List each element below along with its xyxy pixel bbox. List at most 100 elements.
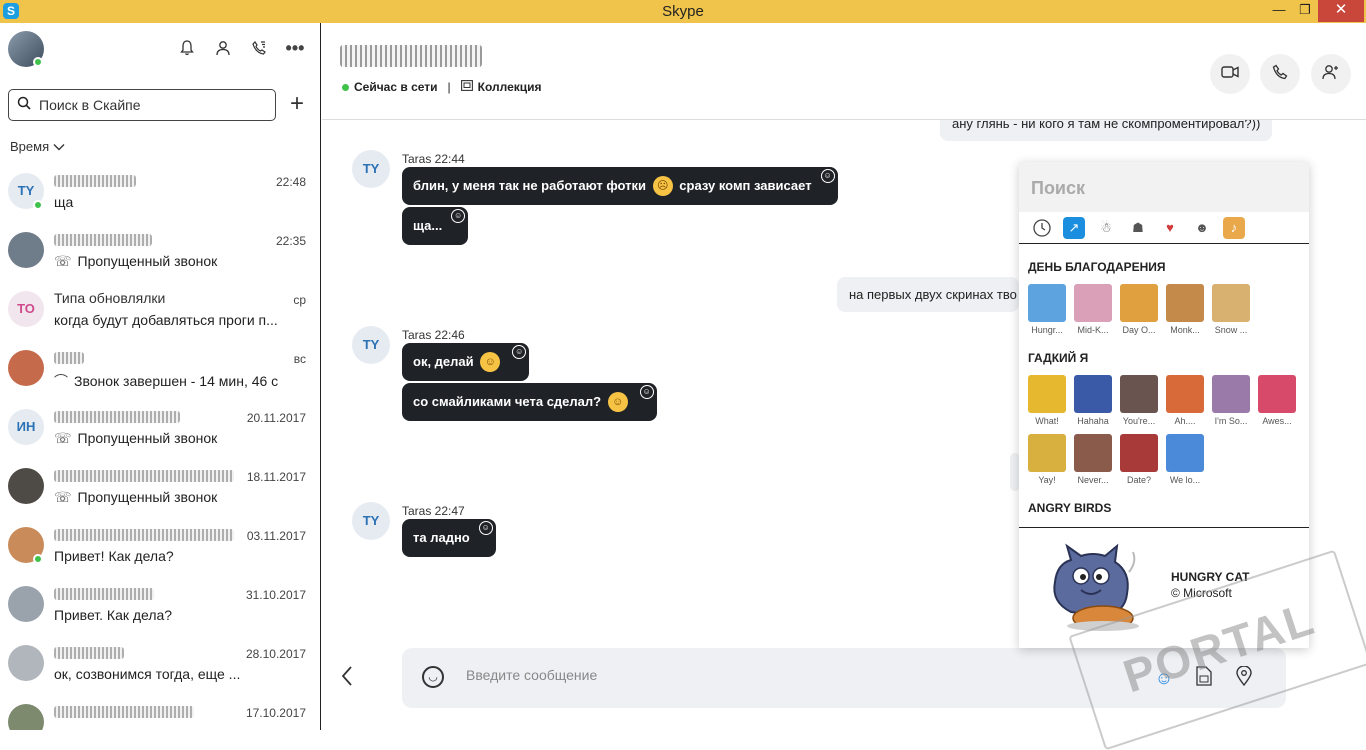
smiley-face-icon: ☺ <box>607 391 628 412</box>
call-list-icon[interactable] <box>248 37 270 59</box>
sticker-item[interactable]: Ah.... <box>1166 375 1204 426</box>
contact-avatar: TO <box>8 291 44 327</box>
contact-name-redacted <box>54 234 152 246</box>
maximize-button[interactable]: ❐ <box>1292 0 1318 22</box>
outgoing-message[interactable]: на первых двух скринах тво <box>837 277 1019 312</box>
pack-robot-icon[interactable]: ☃ <box>1095 217 1117 239</box>
emoji-picker-icon[interactable]: ◡ <box>422 666 444 688</box>
window-title: Skype <box>662 3 704 20</box>
contact-item[interactable]: вс ⌒ Звонок завершен - 14 мин, 46 с <box>0 340 320 399</box>
sidebar: ••• + Время TY 22:48 ща 22:35 ☏ Пропущенн… <box>0 23 321 730</box>
separator: | <box>447 80 451 94</box>
message-text: Пропущенный звонок <box>77 253 218 269</box>
incoming-message[interactable]: та ладно ☺ <box>402 519 496 557</box>
add-participant-button[interactable] <box>1311 54 1351 94</box>
outgoing-message[interactable]: ану глянь - ни кого я там не скомпромент… <box>940 120 1273 141</box>
collection-icon <box>460 80 473 94</box>
sticker-item[interactable]: Hungr... <box>1028 284 1066 335</box>
contact-item[interactable]: 28.10.2017 ок, созвонимся тогда, еще ... <box>0 635 320 694</box>
close-button[interactable]: ✕ <box>1318 0 1364 22</box>
incoming-message[interactable]: ок, делай ☺ ☺ <box>402 343 530 381</box>
missed-call-icon: ☏ <box>54 489 72 505</box>
contact-name-redacted <box>54 175 136 187</box>
contact-time: 20.11.2017 <box>246 411 306 425</box>
call-ended-icon: ⌒ <box>54 373 68 389</box>
sticker-category-tabs: ↗ ☃ ☗ ♥ ☻ ♪ <box>1019 212 1309 244</box>
sender-avatar[interactable]: TY <box>352 502 390 540</box>
contact-item[interactable]: TY 22:48 ща <box>0 163 320 222</box>
pack-music-icon[interactable]: ♪ <box>1223 216 1245 239</box>
pack-ghost-icon[interactable]: ☗ <box>1127 217 1149 239</box>
message-text: Пропущенный звонок <box>77 430 218 446</box>
contact-item[interactable]: 17.10.2017 <box>0 694 320 730</box>
message-text: блин, у меня так не работают фотки <box>413 178 647 193</box>
sticker-item[interactable]: Awes... <box>1258 375 1296 426</box>
sticker-item[interactable]: Monk... <box>1166 284 1204 335</box>
sticker-item[interactable]: Day O... <box>1120 284 1158 335</box>
reaction-smiley-icon[interactable]: ☺ <box>512 345 527 359</box>
collapse-panel-button[interactable] <box>340 665 360 689</box>
online-status-dot <box>342 83 349 91</box>
sender-avatar[interactable]: TY <box>352 326 390 364</box>
sticker-label: We lo... <box>1169 475 1201 485</box>
sort-dropdown[interactable]: Время <box>10 139 65 154</box>
contact-item[interactable]: ИН 20.11.2017 ☏ Пропущенный звонок <box>0 399 320 458</box>
incoming-message[interactable]: ща... ☺ <box>402 207 469 245</box>
sticker-thumbnail <box>1258 375 1296 413</box>
sticker-item[interactable]: What! <box>1028 375 1066 426</box>
sticker-thumbnail <box>1212 375 1250 413</box>
contact-name-redacted <box>54 529 234 541</box>
missed-call-icon: ☏ <box>54 253 72 269</box>
sticker-section: ДЕНЬ БЛАГОДАРЕНИЯ Hungr... Mid-K... Day … <box>1019 260 1309 515</box>
contact-item[interactable]: 31.10.2017 Привет. Как дела? <box>0 576 320 635</box>
sticker-item[interactable]: Snow ... <box>1212 284 1250 335</box>
contact-item[interactable]: 18.11.2017 ☏ Пропущенный звонок <box>0 458 320 517</box>
pack-angry-bird-icon[interactable]: ♥ <box>1159 217 1181 239</box>
sticker-label: You're... <box>1122 416 1156 426</box>
bell-icon[interactable] <box>176 37 198 59</box>
sticker-item[interactable]: Hahaha <box>1074 375 1112 426</box>
search-input[interactable] <box>39 97 259 113</box>
sticker-item[interactable]: Mid-K... <box>1074 284 1112 335</box>
contact-time: 31.10.2017 <box>245 588 306 602</box>
message-text: сразу комп зависает <box>679 178 812 193</box>
reaction-smiley-icon[interactable]: ☺ <box>639 385 654 399</box>
trending-icon[interactable]: ↗ <box>1063 216 1085 239</box>
sticker-search-input[interactable]: Поиск <box>1019 162 1309 212</box>
reaction-smiley-icon[interactable]: ☺ <box>451 209 466 223</box>
new-chat-button[interactable]: + <box>286 92 308 116</box>
contact-item[interactable]: 22:35 ☏ Пропущенный звонок <box>0 222 320 281</box>
reaction-smiley-icon[interactable]: ☺ <box>478 521 493 535</box>
sticker-item[interactable]: We lo... <box>1166 434 1204 485</box>
more-options-icon[interactable]: ••• <box>284 37 306 59</box>
sender-timestamp: Taras 22:47 <box>402 504 465 518</box>
reaction-smiley-icon[interactable]: ☺ <box>820 169 835 183</box>
sticker-item[interactable]: Yay! <box>1028 434 1066 485</box>
contact-item[interactable]: 03.11.2017 Привет! Как дела? <box>0 517 320 576</box>
contact-last-message: ща <box>54 194 74 210</box>
sticker-item[interactable]: I'm So... <box>1212 375 1250 426</box>
minimize-button[interactable]: — <box>1266 0 1292 22</box>
sticker-thumbnail <box>1074 284 1112 322</box>
incoming-message[interactable]: блин, у меня так не работают фотки ☹ сра… <box>402 167 838 205</box>
contact-item[interactable]: TO Типа обновлялки ср когда будут добавл… <box>0 281 320 340</box>
sticker-item[interactable]: You're... <box>1120 375 1158 426</box>
sticker-item[interactable]: Date? <box>1120 434 1158 485</box>
audio-call-button[interactable] <box>1260 54 1300 94</box>
sticker-item[interactable]: Never... <box>1074 434 1112 485</box>
message-input[interactable] <box>466 667 1066 683</box>
recent-clock-icon[interactable] <box>1031 217 1053 239</box>
sender-avatar[interactable]: TY <box>352 150 390 188</box>
sticker-thumbnail <box>1212 284 1250 322</box>
my-status-dot <box>33 57 43 67</box>
contact-avatar: ИН <box>8 409 44 445</box>
sticker-label: I'm So... <box>1214 416 1248 426</box>
search-box[interactable] <box>8 89 276 121</box>
video-call-button[interactable] <box>1210 54 1250 94</box>
collection-link[interactable]: Коллекция <box>478 80 542 94</box>
pack-face-icon[interactable]: ☻ <box>1191 217 1213 239</box>
contacts-icon[interactable] <box>212 37 234 59</box>
message-text: та ладно <box>413 530 470 545</box>
sender-timestamp: Taras 22:46 <box>402 328 465 342</box>
incoming-message[interactable]: со смайликами чета сделал? ☺ ☺ <box>402 383 657 421</box>
